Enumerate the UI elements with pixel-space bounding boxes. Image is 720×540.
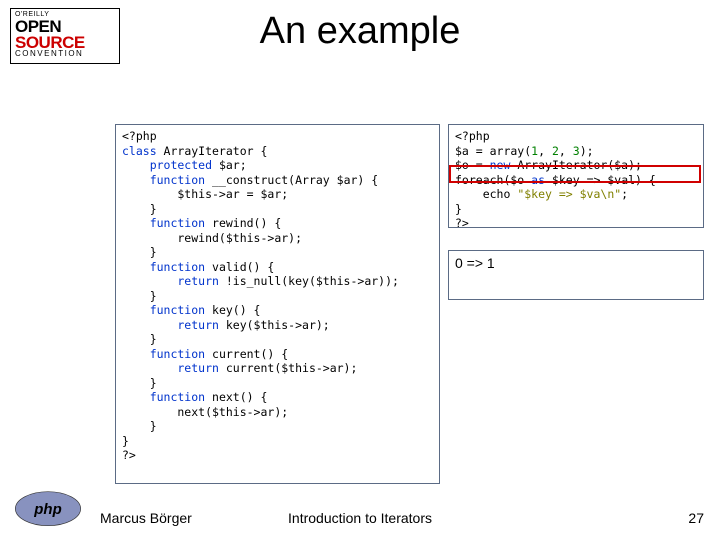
output-text: 0 => 1 [455, 255, 495, 271]
code-right: <?php $a = array(1, 2, 3); $o = new Arra… [455, 129, 697, 231]
page-title: An example [0, 10, 720, 53]
code-box-right: <?php $a = array(1, 2, 3); $o = new Arra… [448, 124, 704, 228]
footer-page: 27 [688, 510, 704, 526]
output-box: 0 => 1 [448, 250, 704, 300]
code-box-left: <?php class ArrayIterator { protected $a… [115, 124, 440, 484]
code-left: <?php class ArrayIterator { protected $a… [122, 129, 433, 463]
slide: O'REILLY OPEN SOURCE CONVENTION An examp… [0, 0, 720, 540]
footer-title: Introduction to Iterators [0, 510, 720, 526]
